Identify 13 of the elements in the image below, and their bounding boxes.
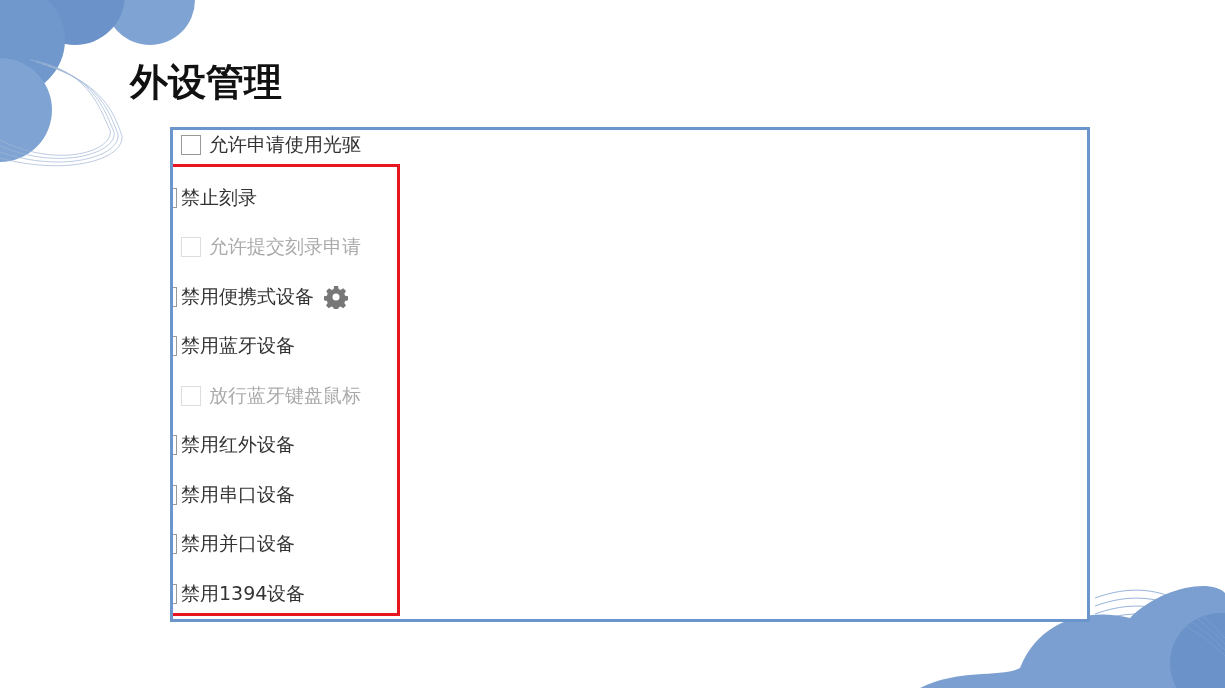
slide-title: 外设管理 <box>130 60 282 104</box>
checkbox-label: 禁用串口设备 <box>181 481 295 507</box>
checkbox-label: 禁用并口设备 <box>181 531 295 557</box>
checkbox-label: 禁用红外设备 <box>181 432 295 458</box>
checkbox-label: 禁用蓝牙设备 <box>181 333 295 359</box>
checkbox-label: 禁用1394设备 <box>181 580 306 606</box>
checkbox-label: 允许申请使用光驱 <box>209 132 361 157</box>
settings-icon[interactable] <box>324 284 348 309</box>
checkbox-label: 禁止刻录 <box>181 184 257 210</box>
checkbox-label: 允许提交刻录申请 <box>209 234 361 260</box>
checkbox[interactable] <box>181 135 201 155</box>
checkbox-label: 放行蓝牙键盘鼠标 <box>209 382 361 408</box>
checkbox-label: 禁用便携式设备 <box>181 283 314 309</box>
